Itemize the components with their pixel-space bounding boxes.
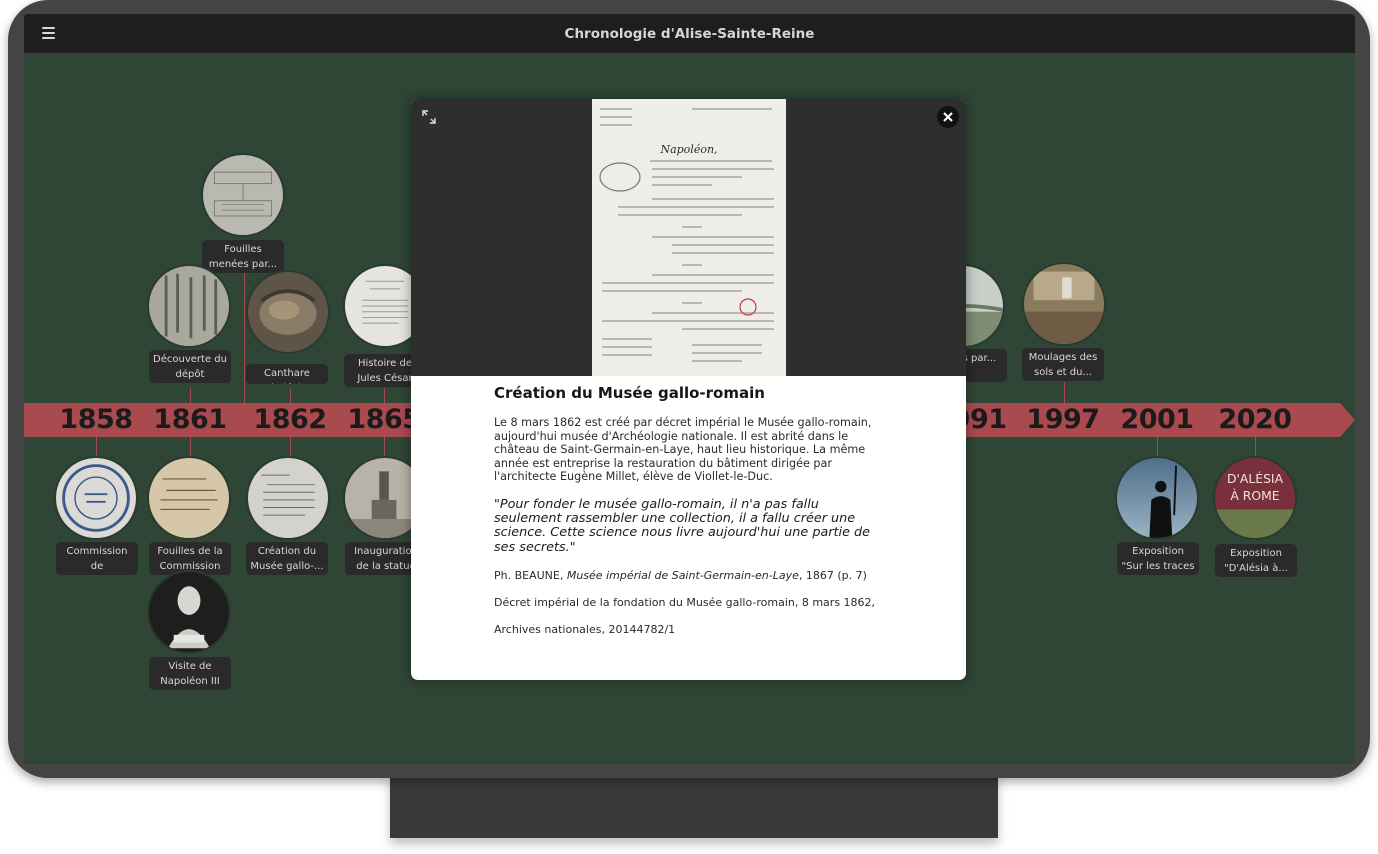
close-icon [943,112,953,122]
year-label: 2001 [1120,404,1194,435]
year-label: 1861 [153,404,227,435]
event-label[interactable]: Canthare d'Alésia [246,364,328,384]
timeline-stem [384,437,385,458]
top-bar: Chronologie d'Alise-Sainte-Reine [24,14,1355,53]
event-label[interactable]: Visite de Napoléon III [149,657,231,690]
poster-line-1: D'ALÉSIA [1227,471,1284,486]
silver-cup-image[interactable] [246,270,330,354]
architectural-plan-image[interactable] [201,153,285,237]
citation-work: Musée impérial de Saint-Germain-en-Laye [566,568,799,582]
seal-stamp-image[interactable] [54,456,138,540]
timeline-stem [96,437,97,458]
quote-text: Pour fonder le musée gallo-romain, il n'… [494,496,871,555]
modal-caption: Décret impérial de la fondation du Musée… [494,595,876,609]
modal-citation: Ph. BEAUNE, Musée impérial de Saint-Germ… [494,568,867,582]
modal-source: Archives nationales, 20144782/1 [494,622,676,636]
event-label[interactable]: Création du Musée gallo-... [246,542,328,575]
bust-image[interactable] [147,570,231,654]
weapons-artifacts-image[interactable] [147,264,231,348]
modal-body: Création du Musée gallo-romain Le 8 mars… [494,384,889,650]
monitor-stand [390,772,998,838]
event-label[interactable]: Commission de Topographie... [56,542,138,575]
document-heading: Napoléon, [659,143,717,156]
excavation-cast-image[interactable] [1022,262,1106,346]
timeline-stem [1255,437,1256,458]
timeline-stem [244,272,245,403]
silhouette-image[interactable] [1115,456,1199,540]
timeline-stem [384,388,385,403]
modal-title: Création du Musée gallo-romain [494,384,765,402]
app-title: Chronologie d'Alise-Sainte-Reine [564,26,815,42]
timeline-stem [190,437,191,458]
close-button[interactable] [937,106,959,128]
app-screen: Chronologie d'Alise-Sainte-Reine 1858 18… [24,14,1355,764]
event-label[interactable]: Moulages des sols et du... [1022,348,1104,381]
event-label[interactable]: Exposition "D'Alésia à... [1215,544,1297,577]
timeline-stem [1157,437,1158,458]
exhibition-poster-image[interactable]: D'ALÉSIA À ROME [1213,456,1297,540]
handwritten-document-image[interactable] [147,456,231,540]
modal-quote: "Pour fonder le musée gallo-romain, il n… [494,496,871,555]
year-label: 1862 [253,404,327,435]
timeline-stem [1064,382,1065,403]
timeline-stem [190,388,191,403]
decree-document-image[interactable] [246,456,330,540]
stage: Chronologie d'Alise-Sainte-Reine 1858 18… [0,0,1378,854]
year-label: 1858 [59,404,133,435]
year-label: 2020 [1218,404,1292,435]
modal-media-area: Napoléon, [411,99,966,376]
event-label[interactable]: Exposition "Sur les traces de... [1117,542,1199,575]
poster-line-2: À ROME [1230,488,1279,503]
timeline-stem [290,437,291,458]
event-label[interactable]: Fouilles menées par... [202,240,284,273]
decree-document-image: Napoléon, [592,99,786,376]
year-label: 1997 [1026,404,1100,435]
expand-icon[interactable] [421,109,437,125]
event-label[interactable]: Découverte du dépôt d'armes... [149,350,231,383]
timeline-stem [290,388,291,403]
event-detail-modal: Napoléon, Création du Musée gallo-romain… [411,99,966,680]
modal-paragraph: Le 8 mars 1862 est créé par décret impér… [494,416,872,484]
